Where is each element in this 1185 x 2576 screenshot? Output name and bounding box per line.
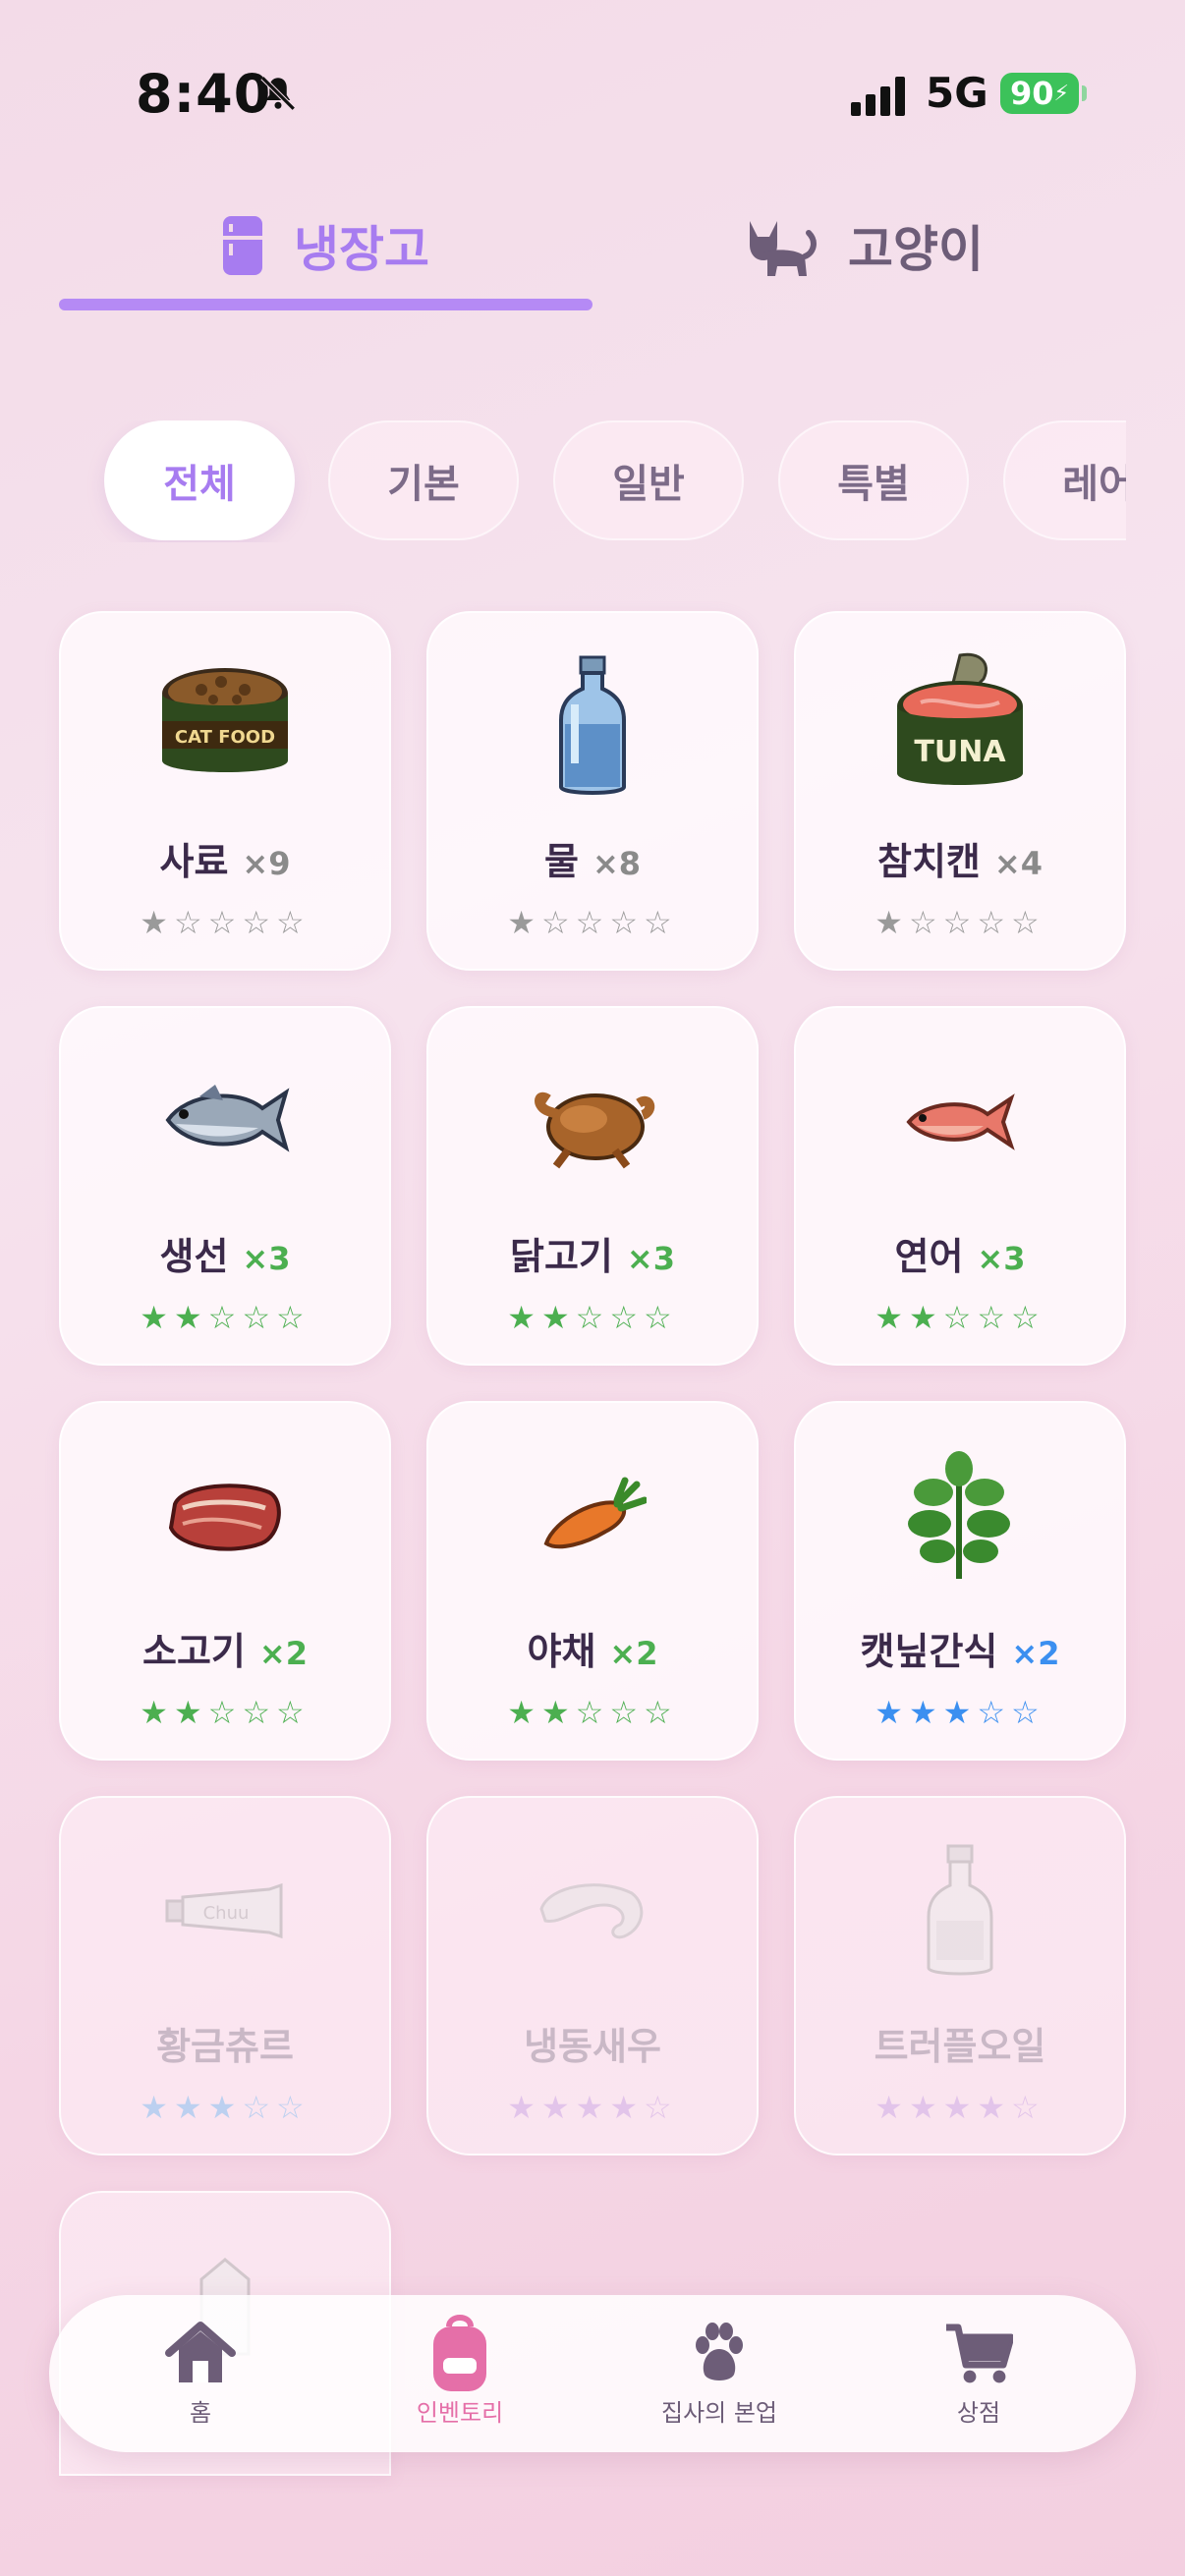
item-name: 연어 xyxy=(894,1235,964,1278)
oil-bottle-icon xyxy=(927,1844,993,1976)
backpack-icon xyxy=(433,2315,486,2391)
item-rarity-stars: ★★☆☆☆ xyxy=(140,1694,310,1731)
tab-cat-label: 고양이 xyxy=(848,221,984,278)
item-rarity-stars: ★☆☆☆☆ xyxy=(140,904,310,941)
item-card-locked[interactable]: Chuu 황금츄르 ★★★☆☆ xyxy=(59,1796,391,2156)
item-card-locked[interactable]: 트러플오일 ★★★★☆ xyxy=(794,1796,1126,2156)
item-card[interactable]: 연어 ×3 ★★☆☆☆ xyxy=(794,1006,1126,1366)
nav-job[interactable]: 집사의 본업 xyxy=(621,2315,818,2428)
item-name: 사료 xyxy=(159,840,229,883)
item-name: 냉동새우 xyxy=(524,2025,661,2068)
cat-icon xyxy=(750,221,817,276)
item-name: 생선 xyxy=(159,1235,229,1278)
item-count: ×3 xyxy=(626,1240,675,1277)
battery-level: 90 xyxy=(1010,75,1054,112)
nav-inventory[interactable]: 인벤토리 xyxy=(362,2315,558,2428)
nav-shop[interactable]: 상점 xyxy=(880,2315,1077,2428)
item-count: ×3 xyxy=(977,1240,1026,1277)
fish-icon xyxy=(165,1085,290,1152)
item-name: 참치캔 xyxy=(877,840,981,883)
churu-tube-icon: Chuu xyxy=(165,1882,283,1939)
svg-text:TUNA: TUNA xyxy=(914,735,1006,769)
carrot-icon xyxy=(543,1477,647,1549)
filter-rare[interactable]: 레어 xyxy=(1003,420,1126,540)
item-card-locked[interactable]: 냉동새우 ★★★★☆ xyxy=(426,1796,759,2156)
bottom-nav: 홈 인벤토리 집사의 본업 상점 xyxy=(49,2295,1136,2452)
nav-shop-label: 상점 xyxy=(956,2399,1001,2427)
tab-fridge[interactable]: 냉장고 xyxy=(221,196,429,295)
item-name: 닭고기 xyxy=(510,1235,613,1278)
paw-icon xyxy=(696,2323,743,2380)
top-tabs: 냉장고 고양이 xyxy=(59,196,1140,314)
nav-inventory-label: 인벤토리 xyxy=(416,2399,504,2427)
fridge-icon xyxy=(223,216,262,275)
item-count: ×3 xyxy=(242,1240,291,1277)
filter-normal[interactable]: 일반 xyxy=(553,420,744,540)
item-rarity-stars: ★★☆☆☆ xyxy=(507,1694,678,1731)
item-rarity-stars: ★☆☆☆☆ xyxy=(875,904,1045,941)
nav-home-label: 홈 xyxy=(189,2399,212,2427)
tab-fridge-label: 냉장고 xyxy=(294,221,429,278)
item-name: 소고기 xyxy=(142,1630,246,1673)
cat-food-can-icon: CAT FOOD xyxy=(162,668,288,772)
roast-chicken-icon xyxy=(535,1092,655,1169)
water-bottle-icon xyxy=(559,655,626,795)
item-rarity-stars: ★★★★☆ xyxy=(507,2089,678,2126)
item-count: ×9 xyxy=(242,845,291,882)
filter-special[interactable]: 특별 xyxy=(778,420,969,540)
battery-indicator: 90 ⚡ xyxy=(1000,73,1087,114)
nav-job-label: 집사의 본업 xyxy=(660,2399,778,2427)
active-tab-indicator xyxy=(59,299,592,310)
salmon-icon xyxy=(906,1093,1015,1150)
cart-icon xyxy=(946,2324,1013,2383)
item-rarity-stars: ★★☆☆☆ xyxy=(140,1299,310,1336)
item-rarity-stars: ★★★★☆ xyxy=(875,2089,1045,2126)
item-rarity-stars: ★★★☆☆ xyxy=(875,1694,1045,1731)
nav-home[interactable]: 홈 xyxy=(102,2315,299,2428)
tab-cat[interactable]: 고양이 xyxy=(742,196,984,295)
item-card[interactable]: 물 ×8 ★☆☆☆☆ xyxy=(426,611,759,971)
shrimp-icon xyxy=(539,1883,644,1939)
steak-icon xyxy=(168,1484,281,1551)
item-count: ×4 xyxy=(993,845,1043,882)
item-rarity-stars: ★★☆☆☆ xyxy=(875,1299,1045,1336)
item-name: 물 xyxy=(543,840,579,883)
charging-bolt-icon: ⚡ xyxy=(1053,81,1069,106)
item-card[interactable]: 생선 ×3 ★★☆☆☆ xyxy=(59,1006,391,1366)
item-card[interactable]: 캣닢간식 ×2 ★★★☆☆ xyxy=(794,1401,1126,1761)
item-rarity-stars: ★★★☆☆ xyxy=(140,2089,310,2126)
filter-all[interactable]: 전체 xyxy=(104,420,295,540)
network-label: 5G xyxy=(926,69,988,117)
bell-muted-icon xyxy=(260,76,296,111)
item-name: 황금츄르 xyxy=(156,2025,294,2068)
signal-icon xyxy=(851,77,905,116)
item-count: ×2 xyxy=(258,1635,308,1672)
item-rarity-stars: ★☆☆☆☆ xyxy=(507,904,678,941)
tuna-can-icon: TUNA xyxy=(897,652,1023,785)
item-rarity-stars: ★★☆☆☆ xyxy=(507,1299,678,1336)
status-time: 8:40 xyxy=(136,63,272,125)
item-card[interactable]: CAT FOOD 사료 ×9 ★☆☆☆☆ xyxy=(59,611,391,971)
home-icon xyxy=(165,2322,236,2382)
item-count: ×8 xyxy=(592,845,642,882)
item-name: 야채 xyxy=(527,1630,596,1673)
item-card[interactable]: 야채 ×2 ★★☆☆☆ xyxy=(426,1401,759,1761)
item-count: ×2 xyxy=(609,1635,658,1672)
item-card[interactable]: 소고기 ×2 ★★☆☆☆ xyxy=(59,1401,391,1761)
item-name: 캣닢간식 xyxy=(860,1630,998,1673)
filter-basic[interactable]: 기본 xyxy=(328,420,519,540)
item-count: ×2 xyxy=(1011,1635,1060,1672)
item-card[interactable]: TUNA 참치캔 ×4 ★☆☆☆☆ xyxy=(794,611,1126,971)
item-card[interactable]: 닭고기 ×3 ★★☆☆☆ xyxy=(426,1006,759,1366)
item-name: 트러플오일 xyxy=(874,2025,1046,2068)
svg-text:Chuu: Chuu xyxy=(203,1903,250,1924)
svg-text:CAT FOOD: CAT FOOD xyxy=(175,727,275,748)
status-bar: 8:40 5G 90 ⚡ xyxy=(0,0,1185,187)
category-filter: 전체 기본 일반 특별 레어 xyxy=(59,420,1126,542)
catnip-icon xyxy=(908,1451,1010,1579)
